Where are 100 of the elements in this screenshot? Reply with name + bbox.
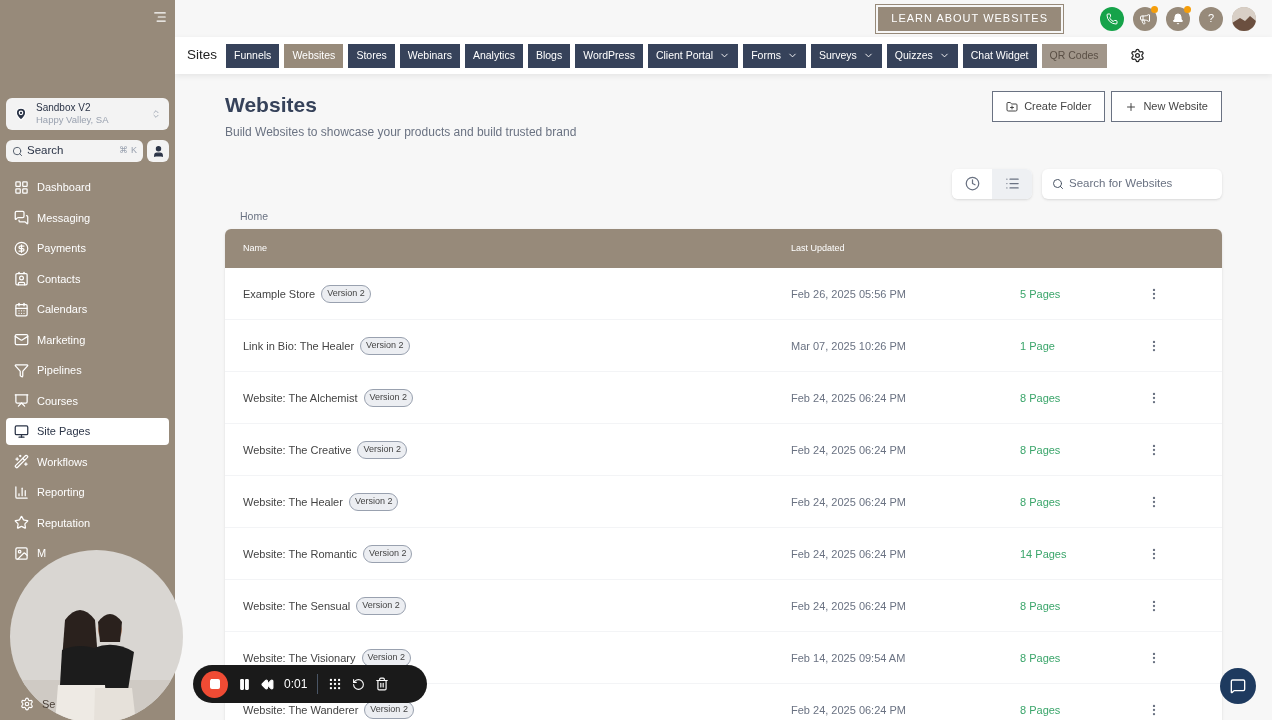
location-address: Happy Valley, SA [36,115,110,125]
sidebar-item[interactable]: Calendars [6,296,96,323]
announcements-button[interactable] [1133,6,1157,31]
calendar-icon [14,301,29,317]
website-name: Website: The Sensual [243,598,351,614]
learn-button[interactable]: LEARN ABOUT WEBSITES [878,6,1061,31]
phone-button[interactable] [1100,6,1124,31]
sidebar-item[interactable]: Payments [6,235,94,262]
menu-icon[interactable] [153,10,167,24]
pages-count[interactable]: 1 Page [1020,337,1147,355]
last-updated: Feb 24, 2025 06:24 PM [791,546,907,562]
sidebar-item[interactable]: Contacts [6,265,89,292]
pause-icon[interactable] [238,677,251,691]
pages-count[interactable]: 8 Pages [1020,649,1147,667]
rewind-icon[interactable] [261,677,274,691]
search-field[interactable]: Search ⌘ K [6,140,143,162]
last-updated: Feb 24, 2025 06:24 PM [791,494,907,510]
website-name: Link in Bio: The Healer [243,338,355,354]
create-folder-button[interactable]: Create Folder [992,91,1106,123]
website-name: Website: The Visionary [243,650,356,666]
nav-tab[interactable]: Blogs [527,43,571,68]
nav-tab[interactable]: Client Portal [647,43,739,68]
pages-count[interactable]: 8 Pages [1020,701,1147,719]
version-tag: Version 2 [362,545,413,563]
contact-card-icon [14,271,29,287]
magic-wand-icon [14,454,29,470]
sidebar-item[interactable]: M [6,540,55,567]
location-pin-icon [14,107,28,121]
website-name: Example Store [243,286,316,302]
shortcut-hint: ⌘ K [119,144,137,158]
sidebar-item[interactable]: Courses [6,387,86,414]
nav-tab[interactable]: Chat Widget [962,43,1037,68]
recent-view-button[interactable] [952,168,992,199]
phone-icon [1106,12,1118,25]
sidebar-item[interactable]: Dashboard [6,174,99,201]
sidebar-item[interactable]: Reputation [6,509,99,536]
pages-count[interactable]: 5 Pages [1020,285,1147,303]
pages-count[interactable]: 8 Pages [1020,597,1147,615]
nav-title: Sites [187,46,217,65]
pages-count[interactable]: 8 Pages [1020,389,1147,407]
trash-icon[interactable] [375,677,390,691]
location-switcher[interactable]: Sandbox V2 Happy Valley, SA [6,98,169,130]
website-name: Website: The Wanderer [243,702,359,718]
settings-label[interactable]: Se [42,695,56,712]
clock-icon [964,176,980,192]
nav-tab[interactable]: Funnels [226,43,280,68]
website-search-field[interactable]: Search for Websites [1042,168,1222,199]
nav-tab[interactable]: Websites [284,43,344,68]
recording-time: 0:01 [284,676,308,693]
list-icon [1004,176,1020,192]
last-updated: Mar 07, 2025 10:26 PM [791,338,907,354]
chat-icon [1230,678,1246,694]
new-website-button[interactable]: New Website [1111,91,1222,123]
nav-tab[interactable]: Forms [743,43,806,68]
nav-tab[interactable]: QR Codes [1041,43,1107,68]
column-header: Last Updated [791,242,845,256]
chat-button[interactable] [1220,668,1256,704]
breadcrumb[interactable]: Home [240,208,1222,225]
grid-dots-icon[interactable] [328,677,343,691]
pages-count[interactable]: 8 Pages [1020,493,1147,511]
profile-button[interactable] [147,140,169,162]
version-tag: Version 2 [360,337,410,355]
settings-icon[interactable] [1129,48,1145,64]
plus-icon [1125,100,1138,113]
nav-tab[interactable]: Stores [348,43,395,68]
bar-chart-icon [14,484,29,500]
version-tag: Version 2 [348,493,399,511]
last-updated: Feb 24, 2025 06:24 PM [791,442,907,458]
nav-tab[interactable]: Webinars [399,43,460,68]
nav-tab[interactable]: WordPress [575,43,643,68]
help-button[interactable]: ? [1199,6,1223,31]
envelope-icon [14,332,29,348]
website-name: Website: The Healer [243,494,343,510]
stop-button[interactable] [201,670,228,698]
search-placeholder: Search [27,143,65,159]
funnel-icon [14,362,29,378]
last-updated: Feb 24, 2025 06:24 PM [791,390,907,406]
stop-icon [208,678,221,690]
sidebar-item[interactable]: Messaging [6,204,99,231]
sidebar-item[interactable]: Pipelines [6,357,90,384]
website-name: Website: The Alchemist [243,390,358,406]
sidebar-item[interactable]: Marketing [6,326,94,353]
nav-tab[interactable]: Analytics [464,43,523,68]
search-icon [1052,177,1064,190]
nav-tab[interactable]: Quizzes [886,43,958,68]
pages-count[interactable]: 14 Pages [1020,545,1147,563]
nav-tab[interactable]: Surveys [810,43,882,68]
sidebar-item[interactable]: Reporting [6,479,93,506]
grid-icon [14,179,29,195]
last-updated: Feb 14, 2025 09:54 AM [791,650,907,666]
chevron-updown-icon [151,109,161,119]
version-tag: Version 2 [357,441,407,459]
avatar[interactable] [1232,6,1256,31]
page-title: Websites [225,92,318,119]
restart-icon[interactable] [352,677,366,691]
notifications-button[interactable] [1166,6,1190,31]
pages-count[interactable]: 8 Pages [1020,441,1147,459]
sidebar-item[interactable]: Site Pages [6,418,169,445]
sidebar-item[interactable]: Workflows [6,448,96,475]
monitor-icon [14,423,29,439]
